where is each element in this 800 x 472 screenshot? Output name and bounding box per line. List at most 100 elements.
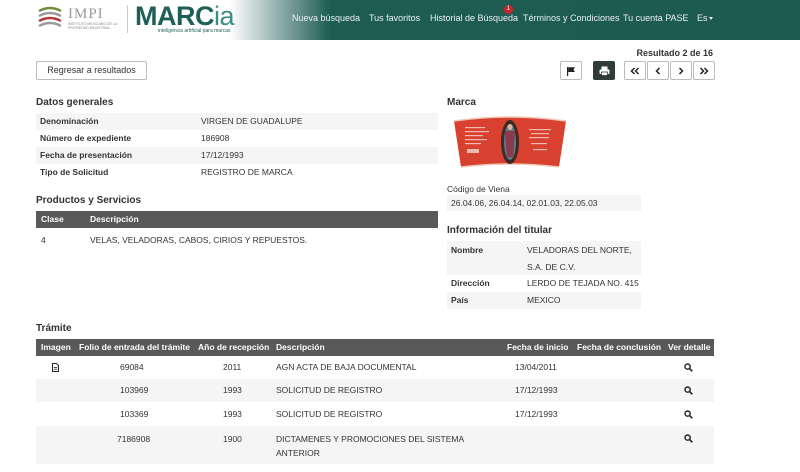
descripcion-cell: VELAS, VELADORAS, CABOS, CIRIOS Y REPUES… [90, 235, 308, 245]
flag-icon [567, 66, 575, 76]
impi-subtitle: INSTITUTO MEXICANO DE LA PROPIEDAD INDUS… [68, 22, 117, 30]
expediente-label: Número de expediente [40, 133, 132, 143]
impi-emblem-icon [38, 6, 62, 28]
titular-row-nombre: Nombre VELADORAS DEL NORTE, S.A. DE C.V. [447, 241, 641, 275]
datos-generales-title: Datos generales [36, 97, 114, 108]
datos-row-denominacion: Denominación VIRGEN DE GUADALUPE [36, 113, 438, 130]
folio-cell: 103969 [120, 385, 149, 395]
denominacion-value: VIRGEN DE GUADALUPE [201, 116, 303, 126]
anio-cell: 1993 [223, 385, 242, 395]
impi-wordmark: IMPI [68, 6, 104, 22]
anio-cell: 1993 [223, 409, 242, 419]
titular-row-pais: País MEXICO [447, 292, 641, 309]
nombre-label: Nombre [451, 245, 484, 255]
top-navbar: IMPI INSTITUTO MEXICANO DE LA PROPIEDAD … [0, 0, 800, 40]
denominacion-label: Denominación [40, 116, 99, 126]
nav-terminos-condiciones[interactable]: Términos y Condiciones [523, 13, 620, 23]
nav-tus-favoritos[interactable]: Tus favoritos [369, 13, 420, 23]
tipo-solicitud-value: REGISTRO DE MARCA [201, 167, 293, 177]
titular-title: Información del titular [447, 225, 553, 236]
tramite-row: 69084 2011 AGN ACTA DE BAJA DOCUMENTAL 1… [36, 356, 714, 379]
fecha-inicio-cell: 17/12/1993 [515, 385, 558, 395]
language-dropdown[interactable]: Es [697, 13, 713, 23]
anio-cell: 2011 [223, 362, 242, 372]
fecha-inicio-cell: 17/12/1993 [515, 409, 558, 419]
pais-label: País [451, 295, 469, 305]
datos-row-tipo: Tipo de Solicitud REGISTRO DE MARCA [36, 164, 438, 181]
datos-row-fecha: Fecha de presentación 17/12/1993 [36, 147, 438, 164]
search-icon[interactable] [684, 386, 693, 397]
marcia-logo-ia: ia [214, 1, 235, 31]
ver-detalle-header: Ver detalle [668, 342, 711, 352]
impi-logo[interactable]: IMPI INSTITUTO MEXICANO DE LA PROPIEDAD … [36, 4, 126, 36]
fecha-presentacion-label: Fecha de presentación [40, 150, 133, 160]
tramite-row: 103369 1993 SOLICITUD DE REGISTRO 17/12/… [36, 402, 714, 426]
descripcion-cell-line2: ANTERIOR [276, 448, 320, 458]
next-result-button[interactable] [670, 61, 692, 80]
previous-result-button[interactable] [647, 61, 669, 80]
nav-cuenta-pase[interactable]: Tu cuenta PASE [623, 13, 689, 23]
double-chevron-left-icon [630, 66, 640, 75]
historial-count-badge: 1 [504, 5, 513, 14]
nav-historial-busqueda[interactable]: Historial de Búsqueda [430, 13, 518, 23]
clase-header: Clase [41, 214, 64, 224]
descripcion-cell: DICTAMENES Y PROMOCIONES DEL SISTEMA [276, 434, 465, 444]
descripcion-cell: AGN ACTA DE BAJA DOCUMENTAL [276, 362, 417, 372]
marca-title: Marca [447, 97, 476, 108]
print-button[interactable] [593, 61, 615, 80]
double-chevron-right-icon [699, 66, 709, 75]
productos-servicios-title: Productos y Servicios [36, 195, 142, 206]
printer-icon [599, 66, 609, 76]
first-result-button[interactable] [624, 61, 646, 80]
tipo-solicitud-label: Tipo de Solicitud [40, 167, 109, 177]
folio-header: Folio de entrada del trámite [79, 342, 190, 352]
chevron-right-icon [678, 66, 684, 75]
descripcion-cell: SOLICITUD DE REGISTRO [276, 385, 383, 395]
marcia-logo-main: MARC [135, 1, 215, 31]
viena-code-label: Código de Viena [447, 184, 510, 194]
fecha-presentacion-value: 17/12/1993 [201, 150, 244, 160]
chevron-left-icon [655, 66, 661, 75]
last-result-button[interactable] [693, 61, 715, 80]
fecha-conclusion-header: Fecha de conclusión [577, 342, 662, 352]
caret-down-icon [708, 17, 713, 21]
nav-nueva-busqueda[interactable]: Nueva búsqueda [292, 13, 360, 23]
document-icon[interactable] [52, 363, 59, 374]
search-icon[interactable] [684, 434, 693, 445]
imagen-header: Imagen [41, 342, 71, 352]
tramite-table-header: Imagen Folio de entrada del trámite Año … [36, 339, 714, 356]
result-counter: Resultado 2 de 16 [636, 48, 713, 58]
descripcion-header: Descripción [90, 214, 139, 224]
anio-header: Año de recepción [198, 342, 270, 352]
marcia-tagline: inteligencia artificial para marcas [158, 28, 231, 34]
productos-row: 4 VELAS, VELADORAS, CABOS, CIRIOS Y REPU… [36, 232, 438, 248]
search-icon[interactable] [684, 363, 693, 374]
direccion-value: LERDO DE TEJADA NO. 415 [527, 278, 639, 288]
nombre-value-line1: VELADORAS DEL NORTE, [527, 245, 632, 255]
descripcion-cell: SOLICITUD DE REGISTRO [276, 409, 383, 419]
trademark-image[interactable] [451, 113, 569, 171]
search-icon[interactable] [684, 410, 693, 421]
nombre-value-line2: S.A. DE C.V. [527, 262, 576, 272]
titular-row-direccion: Dirección LERDO DE TEJADA NO. 415 [447, 275, 641, 292]
folio-cell: 7186908 [117, 434, 151, 444]
direccion-label: Dirección [451, 278, 490, 288]
tramite-row: 103969 1993 SOLICITUD DE REGISTRO 17/12/… [36, 379, 714, 402]
flag-button[interactable] [560, 61, 582, 80]
anio-cell: 1900 [223, 434, 242, 444]
expediente-value: 186908 [201, 133, 230, 143]
logo-divider [127, 5, 128, 33]
clase-cell: 4 [41, 235, 46, 245]
folio-cell: 103369 [120, 409, 149, 419]
datos-row-expediente: Número de expediente 186908 [36, 130, 438, 147]
descripcion-header: Descripción [276, 342, 325, 352]
tramite-title: Trámite [36, 323, 72, 334]
tramite-row: 7186908 1900 DICTAMENES Y PROMOCIONES DE… [36, 426, 714, 464]
productos-table-header: Clase Descripción [36, 211, 438, 228]
language-label: Es [697, 13, 708, 23]
pais-value: MEXICO [527, 295, 561, 305]
fecha-inicio-cell: 13/04/2011 [515, 362, 557, 372]
back-to-results-button[interactable]: Regresar a resultados [36, 61, 147, 80]
viena-code-value: 26.04.06, 26.04.14, 02.01.03, 22.05.03 [447, 195, 641, 211]
folio-cell: 69084 [120, 362, 144, 372]
